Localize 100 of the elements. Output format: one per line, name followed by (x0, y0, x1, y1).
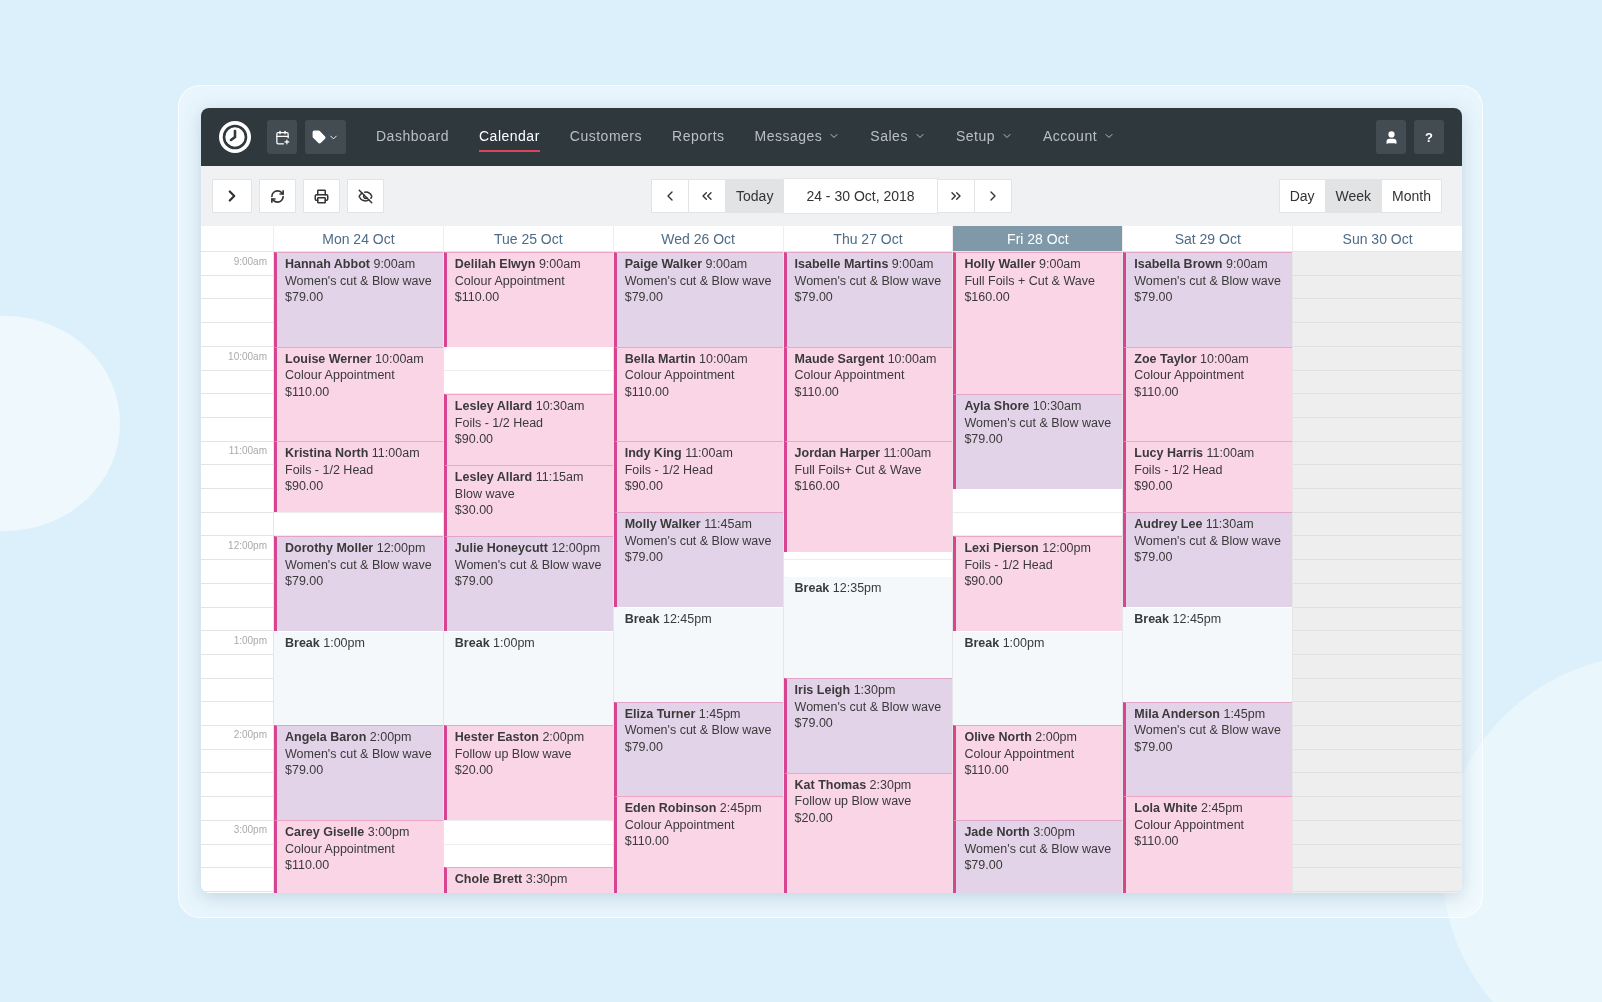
appointment-block[interactable]: Bella Martin 10:00am Colour Appointment $110.00 (613, 346, 783, 442)
appointment-block[interactable]: Eliza Turner 1:45pm Women's cut & Blow wave $79.00 (613, 701, 783, 797)
appointment-block[interactable]: Isabella Brown 9:00am Women's cut & Blow wave $79.00 (1123, 252, 1293, 347)
appointment-block[interactable]: Jordan Harper 11:00am Full Foils+ Cut & Wave $160.00 (783, 441, 953, 552)
break-block[interactable]: Break 12:35pm (783, 575, 953, 679)
print-button[interactable] (303, 179, 340, 213)
appointment-title: Lucy Harris 11:00am (1134, 445, 1255, 462)
appointment-block[interactable]: Chole Brett 3:30pm (443, 867, 613, 893)
time-label: 11:00am (227, 444, 268, 459)
break-block[interactable]: Break 12:45pm (1123, 607, 1293, 702)
appointment-block[interactable]: Molly Walker 11:45am Women's cut & Blow wave $79.00 (613, 512, 783, 608)
view-tab[interactable]: Day (1278, 179, 1326, 213)
calendar-add-button[interactable] (267, 120, 297, 154)
price: $30.00 (454, 502, 494, 519)
price: $79.00 (794, 289, 833, 306)
appointment-title: Isabella Brown 9:00am (1134, 256, 1268, 273)
appointment-block[interactable]: Julie Honeycutt 12:00pm Women's cut & Blow wave $79.00 (443, 536, 613, 631)
service-name: Colour Appointment (624, 367, 735, 384)
price: $79.00 (624, 738, 663, 756)
appointment-title: Julie Honeycutt 12:00pm (454, 540, 601, 557)
day-header[interactable]: Wed 26 Oct (612, 226, 783, 252)
appointment-title: Break 1:00pm (285, 634, 365, 652)
appointment-block[interactable]: Delilah Elwyn 9:00am Colour Appointment $110.00 (443, 252, 613, 347)
appointment-block[interactable]: Hannah Abbot 9:00am Women's cut & Blow wave $79.00 (274, 252, 443, 347)
appointment-block[interactable]: Lucy Harris 11:00am Foils - 1/2 Head $90.00 (1123, 441, 1293, 513)
service-name: Blow wave (454, 485, 515, 503)
appointment-block[interactable]: Iris Leigh 1:30pm Women's cut & Blow wave $79.00 (783, 678, 953, 773)
nav-link[interactable]: Account (1043, 122, 1116, 152)
appointment-block[interactable]: Zoe Taylor 10:00am Colour Appointment $110.00 (1123, 346, 1293, 442)
service-name: Foils - 1/2 Head (285, 461, 374, 479)
service-name: Women's cut & Blow wave (624, 532, 772, 550)
appointment-block[interactable]: Louise Werner 10:00am Colour Appointment $110.00 (274, 346, 443, 442)
appointment-block[interactable]: Kristina North 11:00am Foils - 1/2 Head $90.00 (274, 441, 443, 513)
user-button[interactable] (1376, 120, 1406, 154)
appointment-block[interactable]: Dorothy Moller 12:00pm Women's cut & Blow wave $79.00 (274, 536, 443, 631)
appointment-title: Audrey Lee 11:30am (1134, 516, 1254, 533)
price: $79.00 (794, 715, 833, 732)
appointment-title: Lesley Allard 11:15am (454, 469, 584, 486)
appointment-block[interactable]: Jade North 3:00pm Women's cut & Blow wave $79.00 (953, 820, 1123, 893)
appointment-block[interactable]: Indy King 11:00am Foils - 1/2 Head $90.00 (613, 441, 783, 513)
appointment-block[interactable]: Hester Easton 2:00pm Follow up Blow wave $20.00 (443, 725, 613, 821)
appointment-block[interactable]: Maude Sargent 10:00am Colour Appointment $110.00 (783, 346, 953, 442)
hide-button[interactable] (347, 179, 384, 213)
appointment-title: Olive North 2:00pm (964, 729, 1077, 746)
appointment-title: Break 12:45pm (1134, 611, 1222, 628)
price: $110.00 (285, 383, 330, 401)
day-header[interactable]: Tue 25 Oct (442, 226, 613, 252)
clock-logo-icon[interactable] (219, 121, 251, 153)
date-range: 24 - 30 Oct, 2018 (783, 178, 938, 214)
previous-fast-button[interactable] (688, 179, 727, 213)
appointment-block[interactable]: Lesley Allard 10:30am Foils - 1/2 Head $90.00 (443, 394, 613, 466)
price: $90.00 (454, 431, 494, 448)
today-button[interactable]: Today (725, 179, 785, 213)
next-fast-button[interactable] (936, 179, 975, 213)
appointment-title: Kat Thomas 2:30pm (794, 776, 912, 794)
break-block[interactable]: Break 1:00pm (443, 630, 613, 726)
appointment-block[interactable]: Holly Waller 9:00am Full Foils + Cut & Wave $160.00 (953, 252, 1123, 395)
expand-button[interactable] (212, 179, 252, 213)
appointment-block[interactable]: Eden Robinson 2:45pm Colour Appointment $110.00 (613, 796, 783, 893)
appointment-block[interactable]: Angela Baron 2:00pm Women's cut & Blow wave $79.00 (274, 725, 443, 821)
price: $90.00 (285, 478, 324, 495)
service-name: Colour Appointment (624, 816, 735, 834)
nav-link[interactable]: Reports (672, 122, 725, 152)
day-header[interactable]: Mon 24 Oct (273, 226, 443, 252)
tag-dropdown-button[interactable] (305, 120, 346, 154)
appointment-title: Break 1:00pm (454, 634, 535, 652)
appointment-block[interactable]: Carey Giselle 3:00pm Colour Appointment $110.00 (274, 820, 443, 893)
refresh-button[interactable] (259, 179, 296, 213)
help-button[interactable]: ? (1414, 120, 1444, 154)
appointment-block[interactable]: Kat Thomas 2:30pm Follow up Blow wave $20.00 (783, 772, 953, 893)
price: $110.00 (794, 383, 839, 401)
appointment-block[interactable]: Lexi Pierson 12:00pm Foils - 1/2 Head $90.00 (953, 536, 1123, 631)
break-block[interactable]: Break 1:00pm (274, 630, 443, 726)
appointment-block[interactable]: Isabelle Martins 9:00am Women's cut & Blow wave $79.00 (783, 252, 953, 347)
appointment-block[interactable]: Mila Anderson 1:45pm Women's cut & Blow wave $79.00 (1123, 701, 1293, 797)
view-tab[interactable]: Week (1324, 179, 1383, 213)
nav-link[interactable]: Customers (569, 122, 642, 152)
appointment-title: Jade North 3:00pm (964, 824, 1075, 841)
appointment-block[interactable]: Ayla Shore 10:30am Women's cut & Blow wave $79.00 (953, 394, 1123, 489)
break-block[interactable]: Break 12:45pm (613, 607, 783, 702)
day-header[interactable]: Thu 27 Oct (782, 226, 953, 252)
appointment-block[interactable]: Paige Walker 9:00am Women's cut & Blow wave $79.00 (613, 252, 783, 347)
break-block[interactable]: Break 1:00pm (953, 630, 1123, 726)
view-tab[interactable]: Month (1381, 179, 1442, 213)
appointment-block[interactable]: Lola White 2:45pm Colour Appointment $110.00 (1123, 796, 1293, 893)
user-icon (1383, 129, 1399, 145)
price: $20.00 (454, 762, 494, 779)
appointment-block[interactable]: Lesley Allard 11:15am Blow wave $30.00 (443, 465, 613, 537)
nav-link[interactable]: Setup (955, 122, 1013, 152)
nav-link[interactable]: Dashboard (376, 122, 449, 152)
appointment-block[interactable]: Olive North 2:00pm Colour Appointment $110.00 (953, 725, 1123, 821)
day-header[interactable]: Sun 30 Oct (1292, 226, 1462, 252)
day-header[interactable]: Sat 29 Oct (1122, 226, 1293, 252)
nav-link[interactable]: Messages (754, 122, 841, 152)
appointment-block[interactable]: Audrey Lee 11:30am Women's cut & Blow wave $79.00 (1123, 512, 1293, 608)
nav-link[interactable]: Sales (870, 122, 926, 152)
appointment-title: Lesley Allard 10:30am (454, 398, 585, 415)
time-label: 2:00pm (232, 728, 268, 743)
service-name: Women's cut & Blow wave (285, 272, 432, 289)
nav-link[interactable]: Calendar (479, 122, 540, 152)
